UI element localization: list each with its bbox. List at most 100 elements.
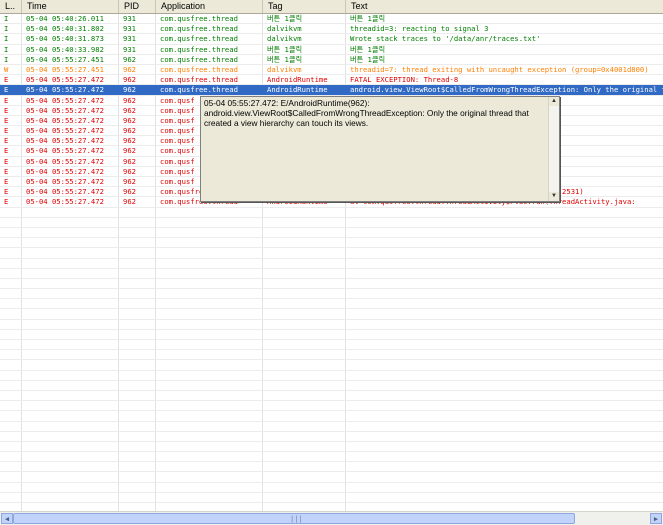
cell-text: 버튼 1클릭 xyxy=(350,14,386,23)
cell-level: I xyxy=(4,14,9,23)
tooltip-header: 05-04 05:55:27.472: E/AndroidRuntime(962… xyxy=(204,98,370,108)
empty-row xyxy=(0,442,663,453)
scroll-right-icon[interactable]: ▶ xyxy=(650,513,662,524)
log-row[interactable]: I 05-04 05:40:31.873 931 com.qusfree.thread… xyxy=(0,34,663,45)
cell-time: 05-04 05:55:27.451 xyxy=(26,54,104,64)
horizontal-scrollbar[interactable]: ◀ ||| ▶ xyxy=(0,511,663,525)
cell-level: E xyxy=(4,105,9,115)
cell-app: com.qusfree.thread xyxy=(160,24,238,34)
message-tooltip: 05-04 05:55:27.472: E/AndroidRuntime(962… xyxy=(200,96,560,202)
cell-time: 05-04 05:55:27.451 xyxy=(26,64,104,74)
cell-text: 버튼 1클릭 xyxy=(350,44,386,54)
cell-text: threadid=3: reacting to signal 3 xyxy=(350,24,489,34)
cell-time: 05-04 05:55:27.472 xyxy=(26,85,104,95)
cell-app: com.qusfree.thread xyxy=(160,14,238,23)
cell-time: 05-04 05:40:31.873 xyxy=(26,34,104,44)
cell-app: com.qusfree.thread xyxy=(160,54,238,64)
cell-pid: 962 xyxy=(123,75,136,85)
cell-level: E xyxy=(4,115,9,125)
cell-app: com.qusfree.thread xyxy=(160,44,238,54)
empty-row xyxy=(0,259,663,269)
cell-pid: 962 xyxy=(123,187,136,197)
cell-time: 05-04 05:40:26.011 xyxy=(26,14,104,23)
cell-level: E xyxy=(4,177,9,186)
scroll-up-icon[interactable]: ▲ xyxy=(549,97,559,106)
column-header-pid[interactable]: PID xyxy=(119,0,156,13)
log-row[interactable]: W 05-04 05:55:27.451 962 com.qusfree.thread… xyxy=(0,64,663,76)
scrollbar-thumb[interactable]: ||| xyxy=(13,513,575,524)
empty-row xyxy=(0,279,663,290)
empty-row xyxy=(0,320,663,330)
cell-app: com.qusfree.thread xyxy=(160,85,238,95)
cell-time: 05-04 05:55:27.472 xyxy=(26,187,104,197)
cell-pid: 931 xyxy=(123,44,136,54)
cell-pid: 931 xyxy=(123,34,136,44)
cell-level: E xyxy=(4,126,9,136)
cell-time: 05-04 05:55:27.472 xyxy=(26,156,104,166)
cell-level: E xyxy=(4,95,9,105)
cell-tag: 버튼 1클릭 xyxy=(267,44,303,54)
cell-pid: 962 xyxy=(123,115,136,125)
column-header: L.. Time PID Application Tag Text xyxy=(0,0,663,14)
cell-text: FATAL EXCEPTION: Thread-8 xyxy=(350,75,459,85)
tooltip-body: android.view.ViewRoot$CalledFromWrongThr… xyxy=(204,108,529,128)
empty-row xyxy=(0,462,663,473)
empty-row xyxy=(0,208,663,218)
column-header-text[interactable]: Text xyxy=(346,0,663,13)
cell-level: E xyxy=(4,136,9,146)
cell-level: E xyxy=(4,146,9,156)
cell-time: 05-04 05:55:27.472 xyxy=(26,95,104,105)
cell-pid: 962 xyxy=(123,177,136,186)
log-table: I 05-04 05:40:26.011 931 com.qusfree.thread… xyxy=(0,14,663,511)
cell-text: android.view.ViewRoot$CalledFromWrongThr… xyxy=(350,85,663,95)
cell-pid: 962 xyxy=(123,105,136,115)
empty-row xyxy=(0,330,663,340)
cell-pid: 962 xyxy=(123,146,136,156)
log-row[interactable]: E 05-04 05:55:27.472 962 com.qusfree.thread… xyxy=(0,75,663,86)
cell-pid: 962 xyxy=(123,136,136,146)
cell-pid: 962 xyxy=(123,85,136,95)
cell-tag: AndroidRuntime xyxy=(267,85,328,95)
log-row[interactable]: I 05-04 05:40:26.011 931 com.qusfree.thread… xyxy=(0,14,663,25)
log-row[interactable]: E 05-04 05:55:27.472 962 com.qusfree.thread… xyxy=(0,85,663,96)
cell-app: com.qusfree.thread xyxy=(160,34,238,44)
empty-row xyxy=(0,381,663,391)
empty-row xyxy=(0,248,663,259)
empty-row xyxy=(0,269,663,279)
empty-row xyxy=(0,340,663,351)
empty-row xyxy=(0,432,663,442)
log-row[interactable]: I 05-04 05:40:33.982 931 com.qusfree.thread… xyxy=(0,45,663,55)
cell-time: 05-04 05:55:27.472 xyxy=(26,115,104,125)
cell-pid: 962 xyxy=(123,126,136,136)
cell-level: I xyxy=(4,34,9,44)
column-header-time[interactable]: Time xyxy=(22,0,119,13)
cell-time: 05-04 05:55:27.472 xyxy=(26,146,104,156)
log-row[interactable]: I 05-04 05:55:27.451 962 com.qusfree.thread… xyxy=(0,55,663,65)
cell-time: 05-04 05:55:27.472 xyxy=(26,177,104,186)
empty-row xyxy=(0,289,663,300)
column-header-level[interactable]: L.. xyxy=(0,0,22,13)
cell-time: 05-04 05:55:27.472 xyxy=(26,197,104,207)
scroll-down-icon[interactable]: ▼ xyxy=(549,192,559,201)
cell-tag: dalvikvm xyxy=(267,34,302,44)
cell-level: E xyxy=(4,197,9,207)
log-row[interactable]: I 05-04 05:40:31.802 931 com.qusfree.thread… xyxy=(0,24,663,35)
cell-pid: 962 xyxy=(123,156,136,166)
cell-tag: AndroidRuntime xyxy=(267,75,328,85)
tooltip-scrollbar[interactable]: ▲ ▼ xyxy=(548,97,559,201)
column-header-application[interactable]: Application xyxy=(156,0,263,13)
cell-time: 05-04 05:40:33.982 xyxy=(26,44,104,54)
empty-row xyxy=(0,299,663,310)
cell-level: W xyxy=(4,64,9,74)
column-header-tag[interactable]: Tag xyxy=(263,0,346,13)
empty-row xyxy=(0,493,663,503)
cell-level: I xyxy=(4,54,9,64)
cell-pid: 962 xyxy=(123,197,136,207)
empty-row xyxy=(0,350,663,361)
empty-row xyxy=(0,452,663,463)
cell-text: Wrote stack traces to '/data/anr/traces.… xyxy=(350,34,541,44)
scroll-left-icon[interactable]: ◀ xyxy=(1,513,13,524)
cell-time: 05-04 05:55:27.472 xyxy=(26,75,104,85)
cell-text: 버튼 1클릭 xyxy=(350,54,386,64)
cell-time: 05-04 05:40:31.802 xyxy=(26,24,104,34)
